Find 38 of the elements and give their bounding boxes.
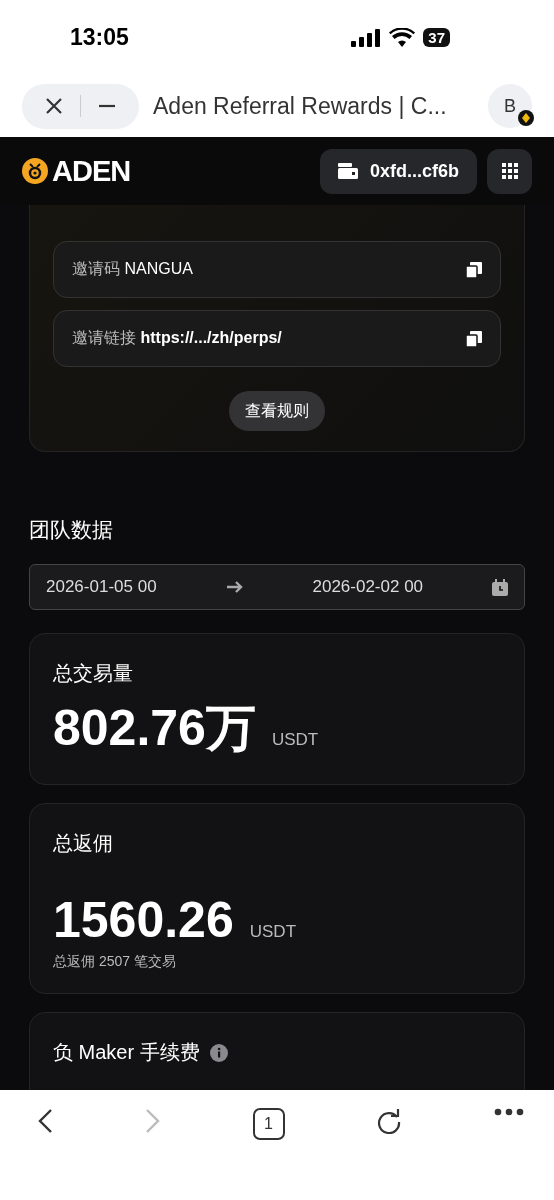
wallet-button[interactable]: 0xfd...cf6b (319, 148, 477, 194)
profile-avatar[interactable]: B (488, 84, 532, 128)
stat-unit: USDT (271, 730, 319, 750)
battery-indicator: 37 (423, 28, 450, 47)
tabs-button[interactable]: 1 (252, 1108, 285, 1140)
reload-icon[interactable] (376, 1108, 403, 1134)
calendar-icon[interactable] (492, 578, 508, 596)
status-time: 13:05 (70, 24, 129, 51)
info-icon[interactable] (209, 1043, 228, 1062)
rules-button[interactable]: 查看规则 (229, 391, 325, 431)
start-date: 2026-01-05 00 (46, 577, 157, 597)
stat-unit: USDT (249, 922, 297, 942)
page-title[interactable]: Aden Referral Rewards | C... (153, 92, 474, 120)
invite-text: 邀请码 NANGUA (72, 259, 193, 279)
close-icon[interactable] (44, 96, 64, 116)
copy-icon[interactable] (466, 261, 482, 278)
logo-text: ADEN (52, 154, 131, 188)
stat-value: 802.76万 (53, 699, 256, 758)
stat-value: 1560.26 (53, 891, 234, 949)
signal-icon (351, 28, 382, 47)
menu-button[interactable] (487, 148, 532, 194)
more-icon[interactable] (494, 1108, 524, 1116)
invite-text: 邀请链接 https://.../zh/perps/ (72, 328, 282, 348)
coin-badge-icon (518, 110, 534, 126)
grid-icon (501, 163, 518, 179)
end-date: 2026-02-02 00 (312, 577, 424, 597)
logo-icon (22, 158, 48, 184)
stat-title: 总交易量 (53, 661, 133, 686)
wallet-icon (337, 163, 358, 179)
copy-icon[interactable] (466, 330, 482, 347)
section-title: 团队数据 (29, 517, 114, 543)
date-range-field[interactable]: 2026-01-05 00 2026-02-02 00 (29, 564, 525, 610)
back-icon[interactable] (37, 1108, 53, 1134)
arrow-right-icon (225, 580, 244, 594)
stat-title: 负 Maker 手续费 (53, 1040, 200, 1065)
wifi-icon (389, 28, 416, 47)
stat-title: 总返佣 (53, 831, 113, 856)
stat-note: 总返佣 2507 笔交易 (53, 953, 177, 971)
